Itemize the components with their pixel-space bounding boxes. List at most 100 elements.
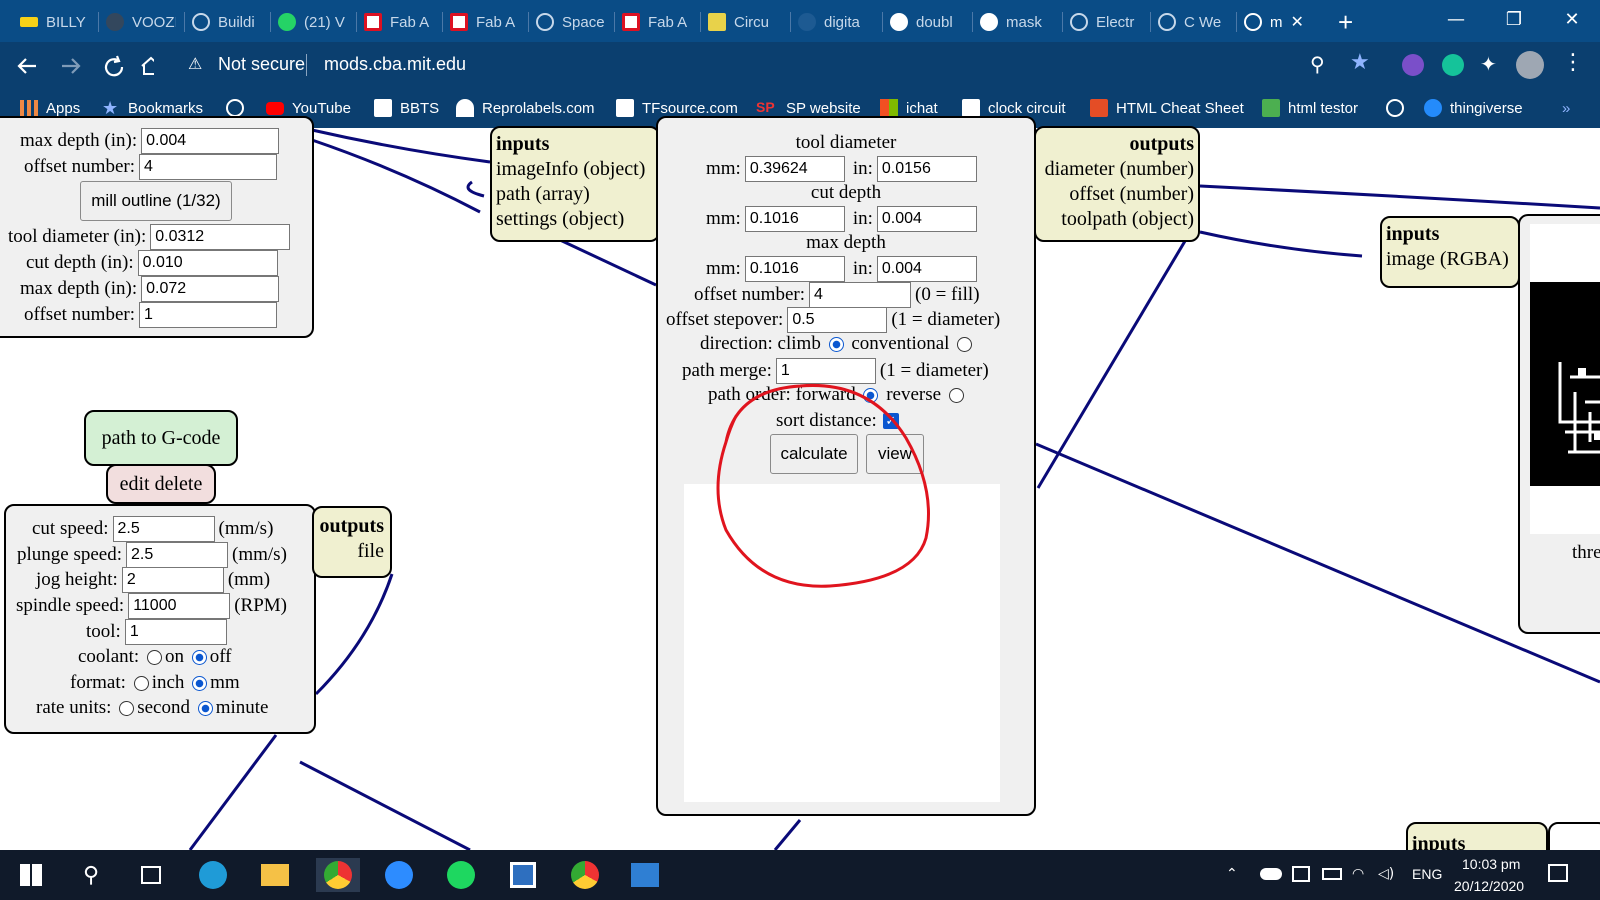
offset-stepover-input[interactable] [787,307,888,333]
tab-github[interactable]: VOOZI [106,8,176,36]
extension-icon[interactable] [1402,54,1424,76]
tab-whatsapp[interactable]: (21) V [278,8,350,36]
offset-outputs-box[interactable]: outputs diameter (number) offset (number… [1034,126,1200,242]
omnibox[interactable]: ⚠ Not secure mods.cba.mit.edu ⚲ ★ [178,48,1393,82]
mill-outline-button[interactable]: mill outline (1/32) [80,181,232,221]
tab-active-mods[interactable]: m ✕ [1244,8,1306,36]
app-icon[interactable] [506,858,540,892]
max-depth-input[interactable] [141,128,280,154]
chrome-icon-2[interactable] [568,858,602,892]
image-inputs-box[interactable]: inputs image (RGBA) [1380,216,1520,288]
gcode-outputs-box[interactable]: outputs file [312,506,392,578]
max-depth-title: max depth [806,232,886,253]
wifi-icon[interactable]: ◠ [1352,866,1364,882]
tab-fab-3[interactable]: Fab A [622,8,694,36]
onedrive-icon[interactable] [1260,868,1282,880]
tray-chevron-icon[interactable]: ⌃ [1226,866,1238,882]
globe-bookmark[interactable] [1386,96,1412,120]
tool-diameter-mm-input[interactable] [744,156,845,182]
notifications-icon[interactable] [1548,864,1568,882]
cut-depth-input[interactable] [137,250,278,276]
tab-digita[interactable]: digita [798,8,876,36]
bookmark-thingiverse[interactable]: thingiverse [1424,96,1523,120]
tab-buildi[interactable]: Buildi [192,8,264,36]
max-depth-input-2[interactable] [141,276,280,302]
rate-second-radio[interactable] [119,700,135,716]
jog-height-input[interactable] [121,567,224,593]
tab-c-we[interactable]: C We [1158,8,1232,36]
url-text[interactable]: mods.cba.mit.edu [324,54,466,75]
mill-settings-panel: max depth (in): offset number: mill outl… [0,116,314,338]
file-explorer-icon[interactable] [258,858,292,892]
coolant-off-radio[interactable] [191,649,207,665]
photos-icon[interactable] [628,858,662,892]
tab-ikea[interactable]: BILLY [20,8,100,36]
puzzle-icon[interactable]: ✦ [1480,52,1497,76]
tool-input[interactable] [124,619,227,645]
windows-start-icon[interactable] [14,858,48,892]
close-window-button[interactable]: ✕ [1544,0,1600,38]
minimize-button[interactable]: — [1428,0,1484,38]
cut-depth-in-input[interactable] [876,206,977,232]
format-inch-radio[interactable] [133,675,149,691]
spotify-icon[interactable] [444,858,478,892]
format-mm-radio[interactable] [192,675,208,691]
rate-minute-radio[interactable] [197,700,213,716]
bookmark-bbts[interactable]: BBTS [374,96,439,120]
tab-fab-1[interactable]: Fab A [364,8,436,36]
edit-delete-button[interactable]: edit delete [106,464,216,504]
bookmark-html-cheat-sheet[interactable]: HTML Cheat Sheet [1090,96,1244,120]
offset-number-input[interactable] [139,154,277,180]
max-depth-in-input[interactable] [876,256,977,282]
direction-conventional-radio[interactable] [957,336,973,352]
bookmarks-more[interactable]: » [1562,96,1570,120]
restore-button[interactable]: ❐ [1486,0,1542,38]
coolant-on-radio[interactable] [146,649,162,665]
tab-circuit[interactable]: Circu [708,8,784,36]
offset-number-center-input[interactable] [809,282,911,308]
clock-time[interactable]: 10:03 pm [1462,856,1520,872]
tab-mask[interactable]: mask [980,8,1056,36]
battery-icon[interactable] [1322,868,1342,880]
direction-climb-radio[interactable] [828,336,844,352]
tfsource-icon [616,99,634,117]
zoom-app-icon[interactable] [382,858,416,892]
tab-space[interactable]: Space [536,8,608,36]
wire [1199,230,1363,258]
tab-electr[interactable]: Electr [1070,8,1148,36]
bookmark-reprolabels[interactable]: Reprolabels.com [456,96,595,120]
language-indicator[interactable]: ENG [1412,866,1442,882]
bookmark-star-icon[interactable]: ★ [1350,50,1370,75]
module-title-path-to-gcode[interactable]: path to G-code [84,410,238,466]
bookmark-html-testor[interactable]: html testor [1262,96,1358,120]
zoom-icon[interactable]: ⚲ [1310,52,1325,76]
offset-inputs-box[interactable]: inputs imageInfo (object) path (array) s… [490,126,660,242]
tool-diameter-input[interactable] [150,224,291,250]
offset-number-input-2[interactable] [139,302,277,328]
tool-diameter-in-input[interactable] [876,156,977,182]
volume-icon[interactable]: ◁) [1378,866,1394,882]
tab-fab-2[interactable]: Fab A [450,8,522,36]
bbts-icon [374,99,392,117]
task-view-icon[interactable] [134,858,168,892]
path-order-reverse-radio[interactable] [948,387,964,403]
cut-depth-mm-input[interactable] [744,206,845,232]
grammarly-icon[interactable] [1442,54,1464,76]
edge-icon[interactable] [196,858,230,892]
plunge-speed-input[interactable] [126,542,229,568]
cut-speed-input[interactable] [112,516,215,542]
github-icon [106,13,124,31]
network-status-icon[interactable] [1292,866,1310,882]
profile-avatar[interactable] [1516,51,1544,79]
clock-date[interactable]: 20/12/2020 [1454,878,1524,894]
new-tab-button[interactable]: + [1338,8,1362,36]
chrome-icon[interactable] [316,858,360,892]
menu-kebab-icon[interactable]: ⋮ [1562,50,1584,75]
search-icon[interactable]: ⚲ [74,858,108,892]
tab-doubl[interactable]: doubl [890,8,966,36]
fab-icon [364,13,382,31]
close-tab-icon[interactable]: ✕ [1291,12,1304,32]
html5-icon [1090,99,1108,117]
spindle-speed-input[interactable] [128,593,231,619]
max-depth-mm-input[interactable] [744,256,845,282]
